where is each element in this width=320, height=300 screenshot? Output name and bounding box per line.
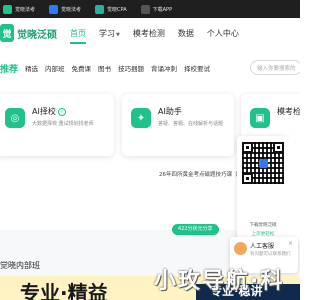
- card-ai-assistant[interactable]: ✦ AI助手 答疑、答题、在线解析与话题: [122, 94, 234, 156]
- qr-popover: 下载觉晓泛硕 上岸更轻松: [237, 136, 289, 244]
- top-strip-label: 觉晓法考: [15, 6, 36, 13]
- top-strip-label: 觉晓法考: [61, 6, 82, 13]
- subnav-item[interactable]: 技巧捆题: [118, 63, 144, 73]
- subnav-item[interactable]: 免费课: [72, 63, 92, 73]
- subnav-item[interactable]: 择校要试: [184, 63, 210, 73]
- nav-label: 首页: [70, 29, 86, 38]
- chat-subtitle: 有问题可以联系我们: [250, 252, 291, 257]
- close-icon[interactable]: ×: [288, 240, 293, 247]
- card-title: AI择校 ✓: [32, 107, 66, 116]
- nav-item-data[interactable]: 数据: [178, 28, 194, 39]
- teacher-pill[interactable]: 422分状元分享: [172, 224, 219, 235]
- header: 觉 觉晓泛硕 首页 学习▼ 模考检测 数据 个人中心: [0, 18, 300, 52]
- subnav-item-recommended[interactable]: 推荐: [0, 62, 18, 75]
- card-subtitle: 大数据择校 重试规划找老师: [32, 121, 94, 127]
- avatar: [234, 242, 247, 255]
- sub-nav: 推荐 精选 内部班 免费课 图书 技巧捆题 背诵冲刺 择校要试 输入你要搜索的: [0, 58, 300, 78]
- download-icon: [140, 4, 150, 14]
- main-nav: 首页 学习▼ 模考检测 数据 个人中心: [70, 28, 252, 44]
- top-strip-label: 觉晓CPA: [107, 6, 127, 13]
- logo[interactable]: 觉 觉晓泛硕: [0, 24, 57, 42]
- ai-assistant-icon: ✦: [131, 108, 151, 128]
- nav-item-profile[interactable]: 个人中心: [207, 28, 239, 39]
- top-strip: 觉晓法考 觉晓法考 觉晓CPA 下载APP: [0, 0, 300, 18]
- chat-title: 人工客服: [250, 243, 275, 250]
- ai-school-icon: ◎: [5, 108, 25, 128]
- course-headline[interactable]: 26年四所黄金考点磁题技巧课（适论: [159, 170, 249, 178]
- app-icon: [95, 4, 105, 14]
- card-subtitle: 答疑、答题、在线解析与话题: [158, 121, 224, 127]
- side-rail: [289, 136, 300, 244]
- subnav-item[interactable]: 背诵冲刺: [151, 63, 177, 73]
- nav-item-study[interactable]: 学习▼: [99, 28, 120, 39]
- nav-label: 学习: [99, 29, 115, 38]
- chevron-down-icon: ▼: [116, 32, 120, 38]
- nav-item-mock-exam[interactable]: 模考检测: [133, 28, 165, 39]
- card-title: 模考检: [277, 107, 300, 116]
- top-strip-item-1[interactable]: 觉晓法考: [3, 4, 36, 14]
- nav-label: 数据: [177, 29, 194, 38]
- app-icon: [49, 4, 59, 14]
- subnav-item[interactable]: 内部班: [45, 63, 65, 73]
- qr-code-icon: [242, 142, 284, 184]
- qr-caption: 下载觉晓泛硕: [249, 223, 277, 228]
- nav-label: 个人中心: [206, 29, 239, 38]
- card-ai-school[interactable]: ◎ AI择校 ✓ 大数据择校 重试规划找老师: [0, 94, 114, 156]
- subnav-item[interactable]: 图书: [98, 63, 111, 73]
- watermark: 小玫导航·科: [154, 269, 285, 294]
- search-input[interactable]: 输入你要搜索的: [250, 60, 300, 75]
- logo-text: 觉晓泛硕: [17, 29, 57, 41]
- nav-label: 模考检测: [132, 29, 165, 38]
- banner-text: 专业·精益: [20, 281, 108, 300]
- top-strip-item-4[interactable]: 下载APP: [140, 4, 173, 14]
- top-strip-item-2[interactable]: 觉晓法考: [49, 4, 82, 14]
- subnav-item[interactable]: 精选: [25, 63, 38, 73]
- section-title: 觉晓内部班: [0, 261, 40, 270]
- verified-icon: ✓: [57, 107, 66, 116]
- logo-mark-icon: 觉: [0, 24, 14, 42]
- card-title: AI助手: [158, 107, 182, 116]
- nav-item-home[interactable]: 首页: [70, 28, 86, 44]
- app-icon: [3, 4, 12, 14]
- page: 觉晓法考 觉晓法考 觉晓CPA 下载APP 觉 觉晓泛硕 首页 学习▼ 模考检测…: [0, 0, 300, 300]
- top-strip-label: 下载APP: [152, 6, 173, 13]
- mock-exam-icon: ▣: [250, 108, 270, 128]
- top-strip-item-3[interactable]: 觉晓CPA: [95, 4, 127, 14]
